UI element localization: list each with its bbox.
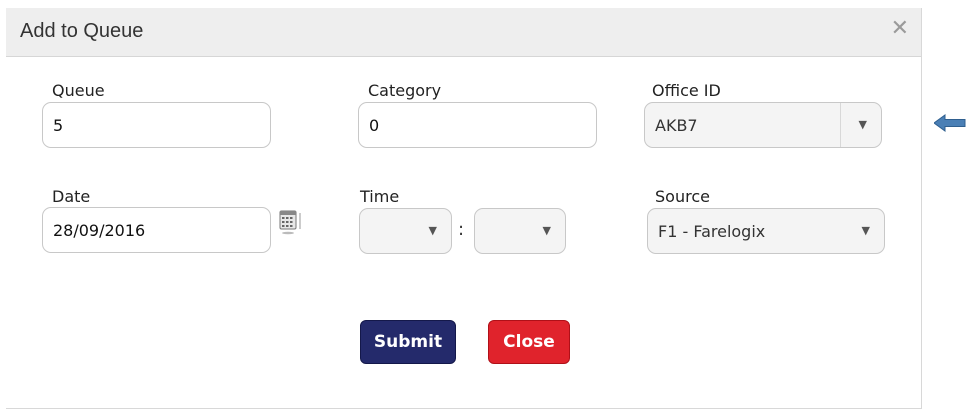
- category-input[interactable]: [358, 102, 597, 148]
- office-id-select[interactable]: AKB7 ▼: [644, 102, 882, 148]
- office-id-label: Office ID: [652, 81, 721, 100]
- chevron-down-icon: ▼: [428, 224, 437, 237]
- select-separator: [840, 103, 841, 147]
- date-input[interactable]: [42, 207, 271, 253]
- chevron-down-icon: ▼: [858, 118, 867, 131]
- office-id-value: AKB7: [655, 116, 698, 135]
- left-arrow-icon: [934, 114, 966, 132]
- close-icon[interactable]: ✕: [891, 18, 909, 40]
- queue-label: Queue: [52, 81, 105, 100]
- chevron-down-icon: ▼: [861, 224, 870, 237]
- category-label: Category: [368, 81, 442, 100]
- calendar-icon[interactable]: [279, 209, 301, 235]
- time-hour-select[interactable]: ▼: [359, 208, 452, 254]
- add-to-queue-dialog: Add to Queue ✕ Queue Category Office ID …: [6, 8, 922, 409]
- source-label: Source: [655, 187, 710, 206]
- dialog-title: Add to Queue: [20, 20, 144, 42]
- dialog-titlebar: Add to Queue ✕: [6, 8, 921, 57]
- date-label: Date: [52, 187, 91, 206]
- time-minute-select[interactable]: ▼: [474, 208, 566, 254]
- submit-button[interactable]: Submit: [360, 320, 456, 364]
- time-separator: :: [458, 219, 465, 240]
- time-label: Time: [360, 187, 400, 206]
- queue-input[interactable]: [42, 102, 271, 148]
- close-button[interactable]: Close: [488, 320, 570, 364]
- source-value: F1 - Farelogix: [658, 222, 766, 241]
- chevron-down-icon: ▼: [542, 224, 551, 237]
- source-select[interactable]: F1 - Farelogix ▼: [647, 208, 885, 254]
